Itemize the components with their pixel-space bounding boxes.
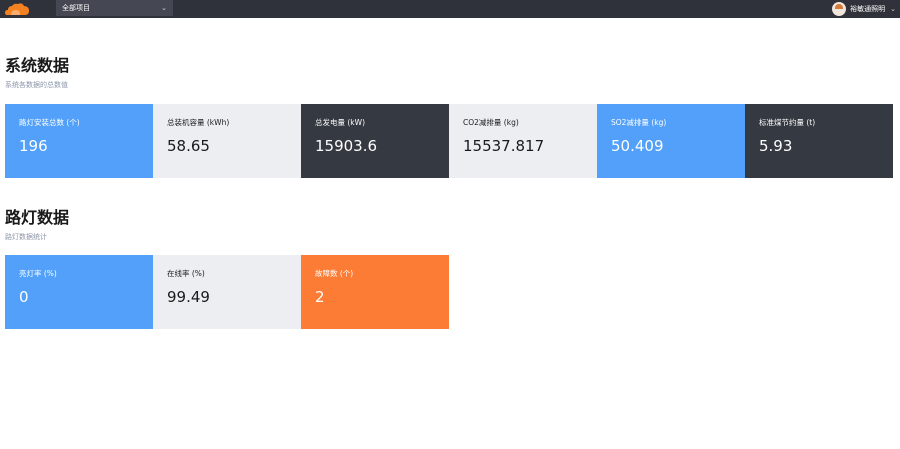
streetlight-data-subtitle: 路灯数据统计	[5, 233, 47, 241]
stat-card-total-generation: 总发电量 (kW) 15903.6	[301, 104, 449, 178]
stat-label: 亮灯率 (%)	[19, 269, 57, 278]
stat-label: 路灯安装总数 (个)	[19, 118, 80, 127]
system-data-title: 系统数据	[5, 56, 70, 75]
stat-value: 58.65	[167, 137, 210, 155]
stat-value: 99.49	[167, 288, 210, 306]
stat-value: 2	[315, 288, 325, 306]
project-select[interactable]: 全部项目 ⌄	[56, 0, 173, 16]
stat-card-so2-reduction: SO2减排量 (kg) 50.409	[597, 104, 745, 178]
stat-card-installed-capacity: 总装机容量 (kWh) 58.65	[153, 104, 301, 178]
top-navbar: 全部项目 ⌄ 裕敏通照明 ⌄	[0, 0, 900, 18]
stat-value: 5.93	[759, 137, 793, 155]
stat-value: 0	[19, 288, 29, 306]
avatar	[832, 2, 847, 16]
stat-card-lighting-rate: 亮灯率 (%) 0	[5, 255, 153, 329]
stat-label: 总发电量 (kW)	[315, 118, 365, 127]
stat-value: 15903.6	[315, 137, 378, 155]
stat-label: SO2减排量 (kg)	[611, 118, 667, 127]
chevron-down-icon: ⌄	[890, 5, 896, 13]
stat-value: 15537.817	[463, 137, 545, 155]
project-select-value: 全部项目	[62, 4, 90, 12]
stat-label: 标准煤节约量 (t)	[759, 118, 816, 127]
stat-label: 故障数 (个)	[315, 269, 354, 278]
stat-card-co2-reduction: CO2减排量 (kg) 15537.817	[449, 104, 597, 178]
stat-card-coal-saving: 标准煤节约量 (t) 5.93	[745, 104, 893, 178]
system-stat-cards: 路灯安装总数 (个) 196 总装机容量 (kWh) 58.65 总发电量 (k…	[5, 104, 893, 178]
streetlight-data-title: 路灯数据	[5, 208, 70, 227]
stat-label: 在线率 (%)	[167, 269, 205, 278]
stat-value: 196	[19, 137, 48, 155]
user-menu[interactable]: 裕敏通照明 ⌄	[832, 0, 896, 18]
stat-card-fault-count: 故障数 (个) 2	[301, 255, 449, 329]
stat-card-online-rate: 在线率 (%) 99.49	[153, 255, 301, 329]
chevron-down-icon: ⌄	[161, 4, 167, 12]
stat-label: CO2减排量 (kg)	[463, 118, 519, 127]
streetlight-stat-cards: 亮灯率 (%) 0 在线率 (%) 99.49 故障数 (个) 2	[5, 255, 449, 329]
stat-value: 50.409	[611, 137, 664, 155]
stat-label: 总装机容量 (kWh)	[167, 118, 230, 127]
user-name: 裕敏通照明	[850, 5, 886, 13]
stat-card-light-count: 路灯安装总数 (个) 196	[5, 104, 153, 178]
cloud-logo-icon[interactable]	[4, 1, 30, 17]
system-data-subtitle: 系统各数据的总数值	[5, 81, 68, 89]
